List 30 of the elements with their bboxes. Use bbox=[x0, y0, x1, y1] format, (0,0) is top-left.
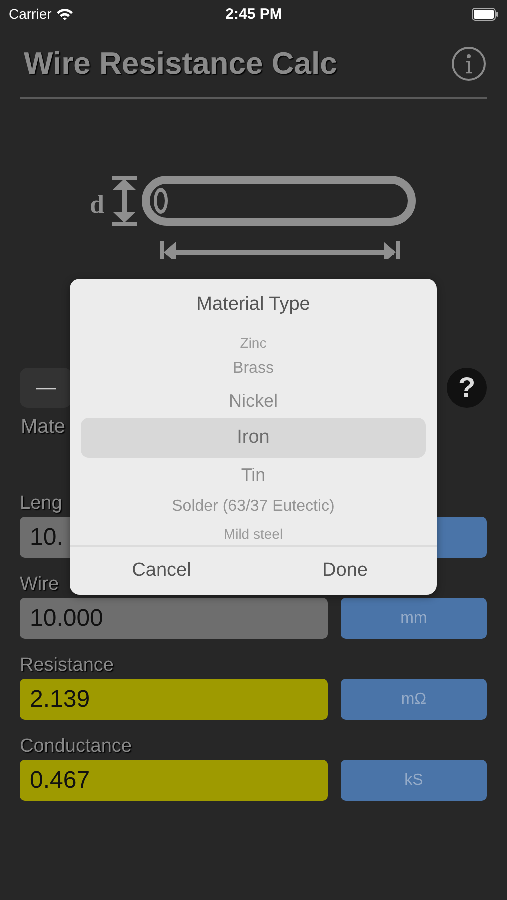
picker-item[interactable]: Iron bbox=[81, 418, 426, 458]
picker-item[interactable]: Nickel bbox=[81, 384, 426, 418]
dialog-button[interactable]: Done bbox=[254, 547, 437, 595]
unit-button[interactable]: kS bbox=[341, 760, 487, 801]
carrier-label: Carrier bbox=[9, 6, 52, 22]
info-icon[interactable] bbox=[451, 46, 487, 82]
input-field[interactable]: 10.000 bbox=[20, 598, 328, 639]
picker-item[interactable]: Tin bbox=[81, 458, 426, 492]
app-title: Wire Resistance Calc bbox=[24, 46, 338, 82]
help-button[interactable]: ? bbox=[447, 368, 487, 408]
minus-button[interactable]: — bbox=[20, 368, 72, 408]
unit-button[interactable]: mm bbox=[341, 598, 487, 639]
diameter-label: d bbox=[90, 190, 104, 219]
battery-icon bbox=[472, 8, 500, 20]
field-label: Wire bbox=[20, 574, 60, 596]
result-field: 2.139 bbox=[20, 679, 328, 720]
material-label: Mate bbox=[21, 416, 66, 439]
field-label: Resistance bbox=[20, 655, 114, 677]
dialog-button[interactable]: Cancel bbox=[70, 547, 254, 595]
wifi-icon bbox=[56, 8, 74, 20]
result-field: 0.467 bbox=[20, 760, 328, 801]
picker-item[interactable]: Brass bbox=[81, 354, 426, 384]
picker-title: Material Type bbox=[196, 294, 310, 316]
picker-item[interactable]: Solder (63/37 Eutectic) bbox=[81, 492, 426, 522]
field-label: Leng bbox=[20, 493, 62, 515]
picker-item[interactable]: Mild steel bbox=[81, 522, 426, 545]
picker-item[interactable]: Zinc bbox=[81, 331, 426, 354]
field-label: Conductance bbox=[20, 736, 132, 758]
unit-button[interactable]: mΩ bbox=[341, 679, 487, 720]
status-time: 2:45 PM bbox=[226, 6, 282, 22]
